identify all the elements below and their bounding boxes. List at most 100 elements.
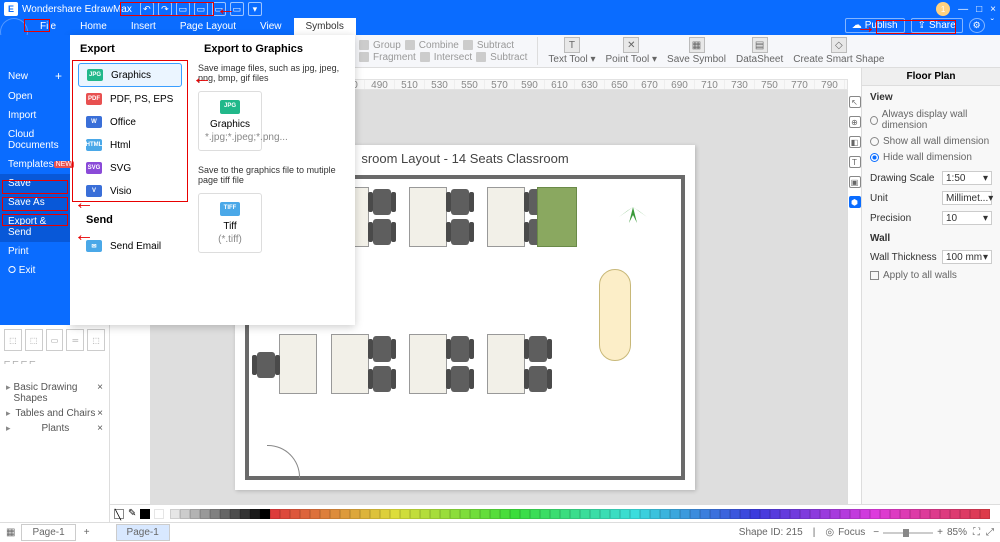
file-menu-print[interactable]: Print [0,242,70,261]
color-swatch[interactable] [950,509,960,519]
color-swatch[interactable] [830,509,840,519]
graphics-card[interactable]: JPG Graphics *.jpg;*.jpeg;*.png... [198,91,262,151]
color-swatch[interactable] [550,509,560,519]
color-swatch[interactable] [790,509,800,519]
color-swatch[interactable] [710,509,720,519]
apply-all-walls-checkbox[interactable]: Apply to all walls [870,270,992,281]
minimize-icon[interactable]: — [958,4,968,15]
settings-dropdown[interactable]: ⚙ [969,18,985,33]
file-menu-save-as[interactable]: Save As [0,193,70,212]
color-swatch[interactable] [380,509,390,519]
color-swatch[interactable] [530,509,540,519]
close-icon[interactable]: × [990,4,996,15]
qat-layout2-icon[interactable]: ▭ [194,2,208,16]
zoom-out-icon[interactable]: − [873,527,879,538]
file-menu-cloud-documents[interactable]: Cloud Documents [0,125,70,155]
color-swatch[interactable] [980,509,990,519]
tab-home[interactable]: Home [68,18,119,35]
color-swatch[interactable] [440,509,450,519]
image-tool-icon[interactable]: ▣ [849,176,861,188]
color-swatch[interactable] [820,509,830,519]
color-swatch[interactable] [850,509,860,519]
cat-tables-chairs[interactable]: Tables and Chairs× [4,406,105,421]
color-swatch[interactable] [350,509,360,519]
no-fill-icon[interactable]: ╲ [114,509,124,519]
share-button[interactable]: ⇪Share [911,18,963,33]
color-swatch[interactable] [170,509,180,519]
color-swatch[interactable] [760,509,770,519]
smart-shape-button[interactable]: ◇Create Smart Shape [789,37,888,65]
qat-undo-icon[interactable]: ↶ [140,2,154,16]
precision-input[interactable]: 10▾ [942,211,992,225]
color-swatch[interactable] [910,509,920,519]
color-swatch[interactable] [670,509,680,519]
text-tool-icon[interactable]: T [849,156,861,168]
color-swatch[interactable] [470,509,480,519]
format-svg[interactable]: SVGSVG [78,157,182,179]
tab-insert[interactable]: Insert [119,18,168,35]
color-swatch[interactable] [970,509,980,519]
color-swatch[interactable] [360,509,370,519]
color-swatch[interactable] [880,509,890,519]
qat-layout1-icon[interactable]: ▭ [176,2,190,16]
color-swatch[interactable] [600,509,610,519]
option-always-display[interactable]: Always display wall dimension [870,109,992,131]
add-page-icon[interactable]: + [84,527,90,538]
color-swatch[interactable] [570,509,580,519]
color-swatch[interactable] [200,509,210,519]
color-swatch[interactable] [630,509,640,519]
option-show-all[interactable]: Show all wall dimension [870,136,992,147]
door[interactable] [267,446,299,478]
color-swatch[interactable] [900,509,910,519]
zoom-tool-icon[interactable]: ⊕ [849,116,861,128]
point-tool-button[interactable]: ✕Point Tool ▾ [602,37,662,65]
page-tab-active[interactable]: Page-1 [116,524,170,541]
color-swatch[interactable] [340,509,350,519]
fullscreen-icon[interactable]: ⤢ [986,527,994,538]
qat-layout4-icon[interactable]: ▭ [230,2,244,16]
format-graphics[interactable]: JPGGraphics [78,63,182,87]
color-swatch[interactable] [660,509,670,519]
color-swatch[interactable] [930,509,940,519]
plant[interactable] [615,189,651,225]
color-swatch[interactable] [460,509,470,519]
color-swatch[interactable] [560,509,570,519]
desk[interactable] [255,334,317,394]
color-swatch[interactable] [810,509,820,519]
rug[interactable] [537,187,577,247]
color-swatch[interactable] [410,509,420,519]
send-email-button[interactable]: ✉Send Email [80,234,186,258]
desk[interactable] [409,334,471,394]
focus-icon[interactable]: ◎ [825,527,834,538]
color-swatch[interactable] [590,509,600,519]
shape-thumbnails[interactable]: ⬚⬚▭═⬚ [4,329,105,354]
color-swatch[interactable] [840,509,850,519]
text-tool-button[interactable]: TText Tool ▾ [544,37,599,65]
color-swatch[interactable] [180,509,190,519]
color-swatch[interactable] [210,509,220,519]
format-pdf-ps-eps[interactable]: PDFPDF, PS, EPS [78,88,182,110]
unit-input[interactable]: Millimet...▾ [942,191,992,205]
option-hide[interactable]: Hide wall dimension [870,152,992,163]
cat-basic-shapes[interactable]: Basic Drawing Shapes× [4,380,105,406]
file-menu-open[interactable]: Open [0,87,70,106]
color-swatch[interactable] [580,509,590,519]
eyedropper-icon[interactable]: ✎ [128,508,136,519]
user-avatar-icon[interactable]: 1 [936,2,950,16]
color-swatch[interactable] [620,509,630,519]
color-swatch[interactable] [320,509,330,519]
color-swatch[interactable] [260,509,270,519]
color-swatch[interactable] [500,509,510,519]
color-swatch[interactable] [860,509,870,519]
file-menu-new[interactable]: New+ [0,65,70,87]
tiff-card[interactable]: TIFF Tiff (*.tiff) [198,193,262,253]
desk[interactable] [487,334,549,394]
color-swatch[interactable] [300,509,310,519]
color-swatch[interactable] [490,509,500,519]
tab-symbols[interactable]: Symbols [294,18,356,35]
file-menu-templates[interactable]: TemplatesNEW [0,155,70,174]
zoom-in-icon[interactable]: + [937,527,943,538]
color-swatch[interactable] [510,509,520,519]
zoom-slider[interactable] [883,532,933,534]
format-office[interactable]: WOffice [78,111,182,133]
